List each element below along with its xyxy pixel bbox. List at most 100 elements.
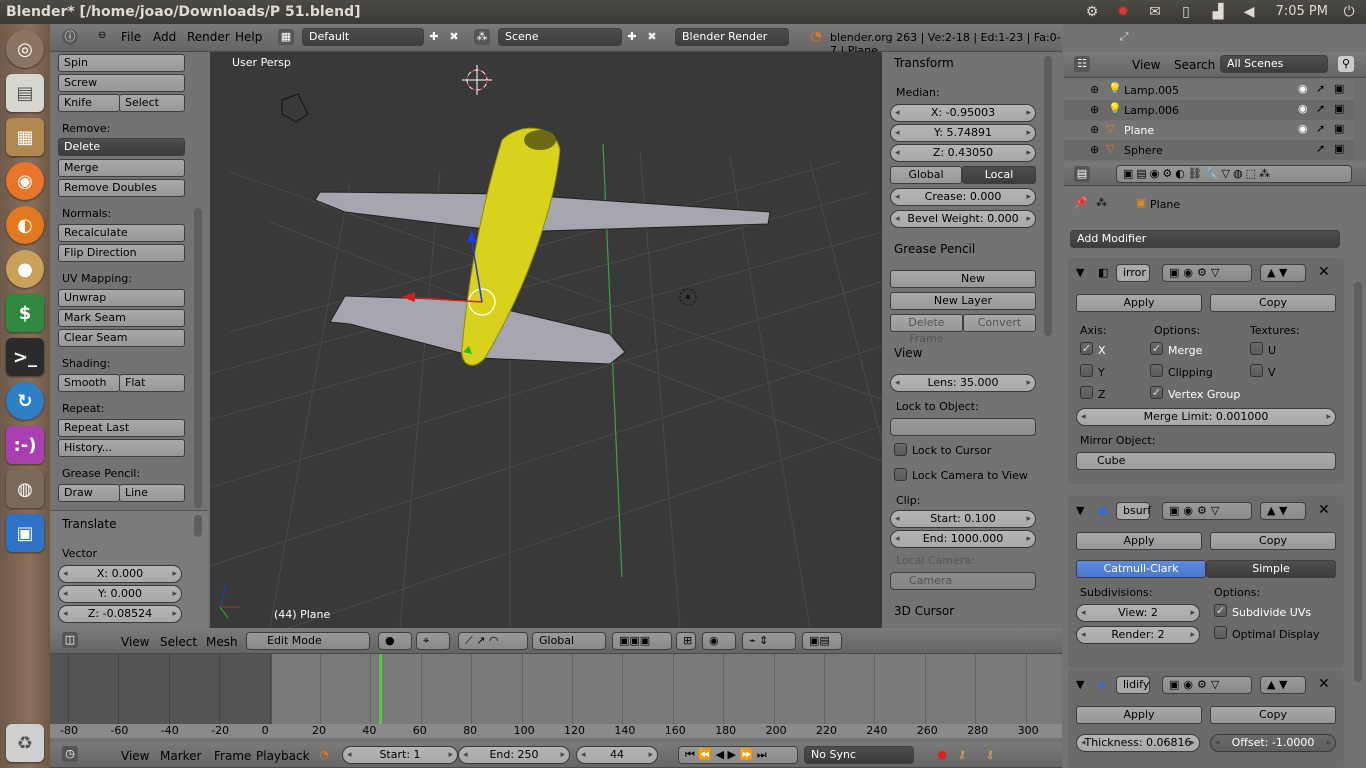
mode-select[interactable]: Edit Mode — [246, 632, 370, 650]
battery-icon[interactable]: ▯ — [1177, 3, 1195, 21]
catmull-clark-toggle[interactable]: Catmull-Clark — [1076, 560, 1206, 578]
translate-y-field[interactable]: Y: 0.000 — [58, 585, 182, 603]
collapse-arrow-icon[interactable]: ▼ — [1076, 678, 1084, 691]
render-camera-icon[interactable]: ▣ — [1334, 102, 1344, 115]
menu-add[interactable]: Add — [153, 30, 176, 44]
subsurf-name-field[interactable]: bsurf — [1116, 502, 1151, 520]
local-toggle[interactable]: Local — [962, 166, 1036, 184]
sync-select[interactable]: No Sync — [804, 746, 914, 764]
render-camera-icon[interactable]: ▣ — [1334, 142, 1344, 155]
gp-draw-button[interactable]: Draw — [58, 484, 120, 502]
median-z-field[interactable]: Z: 0.43050 — [890, 144, 1036, 162]
clip-end-field[interactable]: End: 1000.000 — [890, 530, 1036, 548]
delete-menu[interactable]: Delete — [58, 138, 185, 156]
clip-start-field[interactable]: Start: 0.100 — [890, 510, 1036, 528]
viewport-canvas[interactable] — [210, 52, 882, 628]
median-x-field[interactable]: X: -0.95003 — [890, 104, 1036, 122]
frame-start-field[interactable]: Start: 1 — [342, 746, 458, 764]
visibility-eye-icon[interactable]: ◉ — [1298, 102, 1308, 115]
flip-direction-button[interactable]: Flip Direction — [58, 244, 185, 262]
smooth-button[interactable]: Smooth — [58, 374, 120, 392]
axis-z-checkbox[interactable] — [1080, 386, 1093, 399]
collapse-arrow-icon[interactable]: ▼ — [1076, 504, 1084, 517]
menu-mesh[interactable]: Mesh — [206, 635, 238, 649]
expand-icon[interactable]: ⊕ — [1090, 103, 1099, 116]
lock-object-field[interactable] — [890, 418, 1036, 436]
delete-frame-button[interactable]: Delete Frame — [890, 314, 963, 345]
render-preview-buttons[interactable]: ▣▤ — [802, 632, 842, 650]
global-toggle[interactable]: Global — [890, 166, 962, 184]
new-layer-button[interactable]: New Layer — [890, 292, 1036, 310]
mirror-name-field[interactable]: irror — [1116, 264, 1150, 282]
archive-icon[interactable]: ▦ — [6, 118, 44, 156]
dash-icon[interactable]: ◎ — [6, 30, 44, 68]
optimal-display-checkbox[interactable] — [1214, 626, 1227, 639]
menu-file[interactable]: File — [121, 30, 141, 44]
texture-v-checkbox[interactable] — [1250, 364, 1263, 377]
subsurf-remove-icon[interactable]: ✕ — [1318, 502, 1330, 518]
render-camera-icon[interactable]: ▣ — [1334, 82, 1344, 95]
terminal-icon[interactable]: >_ — [6, 338, 44, 376]
render-engine-select[interactable]: Blender Render — [675, 28, 789, 46]
layout-field[interactable]: Default — [302, 28, 424, 46]
solidify-copy-button[interactable]: Copy — [1210, 706, 1336, 724]
timeline-menu-frame[interactable]: Frame — [214, 749, 251, 763]
collapse-icon[interactable]: ⊖ — [98, 30, 106, 41]
outliner-menu-view[interactable]: View — [1132, 58, 1160, 72]
solidify-remove-icon[interactable]: ✕ — [1318, 676, 1330, 692]
pivot-select[interactable]: ⌖ — [416, 632, 450, 650]
collapse-arrow-icon[interactable]: ▼ — [1076, 266, 1084, 279]
menu-render[interactable]: Render — [187, 30, 230, 44]
outliner-row[interactable]: ⊕ 💡 Lamp.006 ◉ ➚ ▣ — [1064, 100, 1354, 120]
disc-icon[interactable]: ◍ — [6, 470, 44, 508]
outliner-filter-select[interactable]: All Scenes — [1220, 55, 1328, 73]
subsurf-display-toggles[interactable]: ▣◉⚙▽ — [1162, 502, 1252, 520]
info-editor-icon[interactable]: ⓘ — [62, 29, 78, 45]
frame-end-field[interactable]: End: 250 — [458, 746, 570, 764]
shading-select[interactable]: ● — [378, 632, 412, 650]
subsurf-move-buttons[interactable]: ▲ ▼ — [1260, 502, 1306, 520]
mark-seam-button[interactable]: Mark Seam — [58, 309, 185, 327]
layout-icon[interactable]: ▦ — [278, 29, 294, 45]
offset-field[interactable]: Offset: -1.0000 — [1210, 734, 1336, 752]
volume-icon[interactable]: ◀ — [1240, 3, 1258, 21]
outliner-menu-search[interactable]: Search — [1174, 58, 1215, 72]
clear-seam-button[interactable]: Clear Seam — [58, 329, 185, 347]
mirror-apply-button[interactable]: Apply — [1076, 294, 1202, 312]
translate-x-field[interactable]: X: 0.000 — [58, 565, 182, 583]
trash-icon[interactable]: ♻ — [6, 724, 44, 762]
current-frame-field[interactable]: 44 — [576, 746, 658, 764]
bevel-weight-field[interactable]: Bevel Weight: 0.000 — [890, 210, 1036, 228]
3d-viewport[interactable]: User Persp (44) Plane — [210, 52, 882, 628]
operator-panel-scrollbar[interactable] — [194, 515, 202, 537]
render-camera-icon[interactable]: ▣ — [1334, 122, 1344, 135]
mirror-display-toggles[interactable]: ▣◉⚙▽ — [1162, 264, 1252, 282]
keying-icon[interactable]: ◔ — [316, 747, 332, 763]
expand-icon[interactable]: ⊕ — [1090, 123, 1099, 136]
select-arrow-icon[interactable]: ➚ — [1316, 82, 1325, 95]
view-header[interactable]: View — [894, 346, 922, 360]
snap-select[interactable]: ⌁ ⇕ — [742, 632, 796, 650]
mirror-object-field[interactable]: Cube — [1076, 452, 1336, 470]
history-button[interactable]: History... — [58, 439, 185, 457]
outliner-item-label[interactable]: Sphere — [1124, 144, 1163, 157]
alert-icon[interactable]: ✹ — [1114, 3, 1132, 21]
subdivide-uvs-checkbox[interactable]: ✓ — [1214, 604, 1227, 617]
close-layout-icon[interactable]: ✖ — [446, 29, 462, 45]
visibility-eye-icon[interactable]: ◉ — [1298, 82, 1308, 95]
local-camera-field[interactable]: Camera — [890, 572, 1036, 590]
mirror-remove-icon[interactable]: ✕ — [1318, 264, 1330, 280]
tool-shelf-scrollbar[interactable] — [194, 208, 202, 508]
select-mode-toggles[interactable]: ▣▣▣ — [612, 632, 672, 650]
clipping-checkbox[interactable] — [1150, 364, 1163, 377]
menu-select[interactable]: Select — [160, 635, 197, 649]
subsurf-apply-button[interactable]: Apply — [1076, 532, 1202, 550]
money-icon[interactable]: $ — [6, 294, 44, 332]
timeline-menu-view[interactable]: View — [121, 749, 149, 763]
median-y-field[interactable]: Y: 5.74891 — [890, 124, 1036, 142]
properties-scrollbar[interactable] — [1044, 56, 1052, 336]
solidify-name-field[interactable]: lidify — [1116, 676, 1150, 694]
keyframe-insert-icon[interactable]: ⚷ — [982, 747, 998, 763]
expand-icon[interactable]: ⊕ — [1090, 143, 1099, 156]
axis-x-checkbox[interactable]: ✓ — [1080, 342, 1093, 355]
